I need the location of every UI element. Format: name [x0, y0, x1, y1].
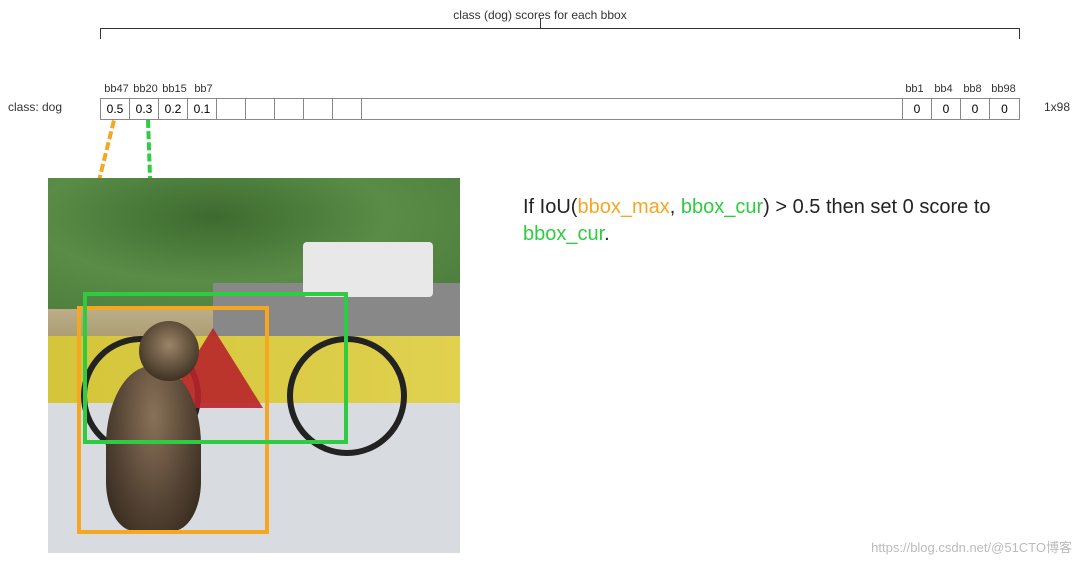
example-image: [48, 178, 460, 553]
score-cell: 0.1: [188, 99, 217, 119]
bbox-label: bb1: [900, 83, 929, 95]
text-part: If IoU(: [523, 196, 577, 218]
text-part: ,: [670, 196, 681, 218]
bbox-label: bb98: [987, 83, 1020, 95]
score-cell-empty: [275, 99, 304, 119]
score-vector: 0.5 0.3 0.2 0.1 0 0 0 0: [100, 98, 1020, 120]
score-cell-empty: [304, 99, 333, 119]
bbox-label: bb20: [131, 83, 160, 95]
bbox-cur-term: bbox_cur: [523, 223, 604, 245]
bbox-label: bb7: [189, 83, 218, 95]
score-cell: 0: [961, 99, 990, 119]
watermark: https://blog.csdn.net/@51CTO博客: [871, 537, 1072, 556]
bracket-span: [100, 28, 1020, 48]
score-cell: 0.3: [130, 99, 159, 119]
pointer-line-bbox-max: [97, 120, 116, 183]
explanation-text: If IoU(bbox_max, bbox_cur) > 0.5 then se…: [523, 194, 1050, 248]
bbox-label: bb4: [929, 83, 958, 95]
score-cell: 0: [932, 99, 961, 119]
score-cell: 0.5: [101, 99, 130, 119]
dimension-label: 1x98: [1044, 100, 1070, 114]
score-cell: 0: [990, 99, 1019, 119]
class-label: class: dog: [8, 100, 62, 114]
score-cell-empty: [333, 99, 362, 119]
pointer-line-bbox-cur: [146, 120, 152, 184]
bbox-label: bb8: [958, 83, 987, 95]
score-cell: 0.2: [159, 99, 188, 119]
bbox-id-labels: bb47 bb20 bb15 bb7 bb1 bb4 bb8 bb98: [100, 83, 1020, 97]
text-part: ) > 0.5 then set 0 score to: [763, 196, 990, 218]
bbox-label: bb15: [160, 83, 189, 95]
score-cell: 0: [903, 99, 932, 119]
text-part: .: [604, 223, 610, 245]
bbox-cur-rect: [83, 292, 348, 444]
bracket-tick: [540, 18, 541, 28]
score-cell-empty: [246, 99, 275, 119]
van-shape: [303, 242, 433, 297]
bbox-cur-term: bbox_cur: [681, 196, 763, 218]
bbox-label: bb47: [102, 83, 131, 95]
bbox-max-term: bbox_max: [577, 196, 669, 218]
score-cell-ellipsis: [362, 99, 903, 119]
score-cell-empty: [217, 99, 246, 119]
